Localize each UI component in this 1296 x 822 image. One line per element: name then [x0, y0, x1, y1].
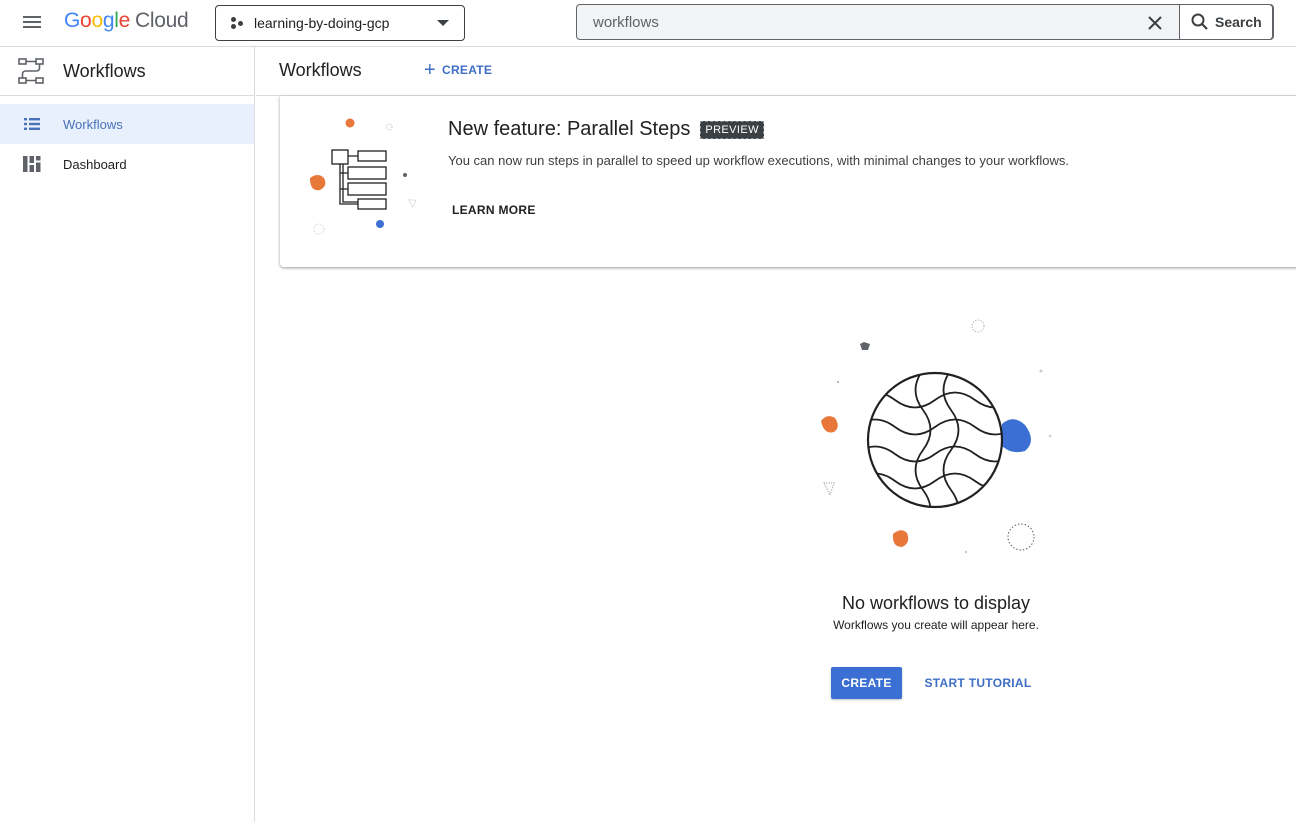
sidebar-product-title: Workflows — [63, 60, 146, 81]
feature-title-text: New feature: Parallel Steps — [448, 118, 691, 140]
sidebar-item-label: Dashboard — [63, 156, 127, 172]
top-bar: Google Cloud learning-by-doing-gcp Searc… — [0, 0, 1296, 47]
create-button[interactable]: CREATE — [831, 667, 902, 699]
search-input[interactable] — [577, 5, 1137, 39]
search-icon — [1191, 13, 1208, 30]
feature-title: New feature: Parallel Steps PREVIEW — [448, 118, 764, 141]
sidebar-header: Workflows — [0, 47, 254, 96]
sidebar: Workflows Workflows Dashboard — [0, 47, 255, 822]
feature-announcement-card: New feature: Parallel Steps PREVIEW You … — [280, 96, 1296, 267]
search-bar: Search — [576, 4, 1274, 40]
page-title: Workflows — [279, 60, 362, 80]
google-cloud-logo[interactable]: Google Cloud — [64, 9, 189, 35]
preview-badge: PREVIEW — [700, 120, 764, 139]
empty-state-globe-illustration — [821, 319, 1052, 554]
project-name: learning-by-doing-gcp — [254, 15, 390, 31]
sidebar-item-dashboard[interactable]: Dashboard — [0, 144, 254, 184]
empty-state-title: No workflows to display — [841, 593, 1031, 613]
hamburger-menu-icon[interactable] — [21, 13, 43, 33]
project-hierarchy-icon — [229, 15, 245, 31]
search-button-label: Search — [1215, 14, 1262, 30]
page-header: Workflows + CREATE — [256, 47, 1296, 96]
plus-icon: + — [424, 59, 436, 81]
learn-more-button[interactable]: LEARN MORE — [452, 203, 536, 217]
list-icon — [22, 114, 42, 134]
project-selector[interactable]: learning-by-doing-gcp — [215, 5, 465, 41]
chevron-down-icon — [437, 20, 449, 26]
close-icon[interactable] — [1145, 13, 1165, 33]
parallel-steps-illustration — [310, 118, 417, 235]
sidebar-item-workflows[interactable]: Workflows — [0, 104, 254, 144]
create-workflow-link[interactable]: + CREATE — [424, 59, 493, 81]
empty-state-subtitle: Workflows you create will appear here. — [833, 618, 1039, 632]
search-button[interactable]: Search — [1179, 4, 1273, 40]
start-tutorial-button[interactable]: START TUTORIAL — [917, 667, 1039, 699]
feature-description: You can now run steps in parallel to spe… — [448, 153, 1069, 168]
workflows-product-icon — [18, 58, 44, 84]
create-link-label: CREATE — [441, 63, 493, 77]
sidebar-item-label: Workflows — [63, 116, 123, 132]
dashboard-icon — [22, 154, 42, 174]
